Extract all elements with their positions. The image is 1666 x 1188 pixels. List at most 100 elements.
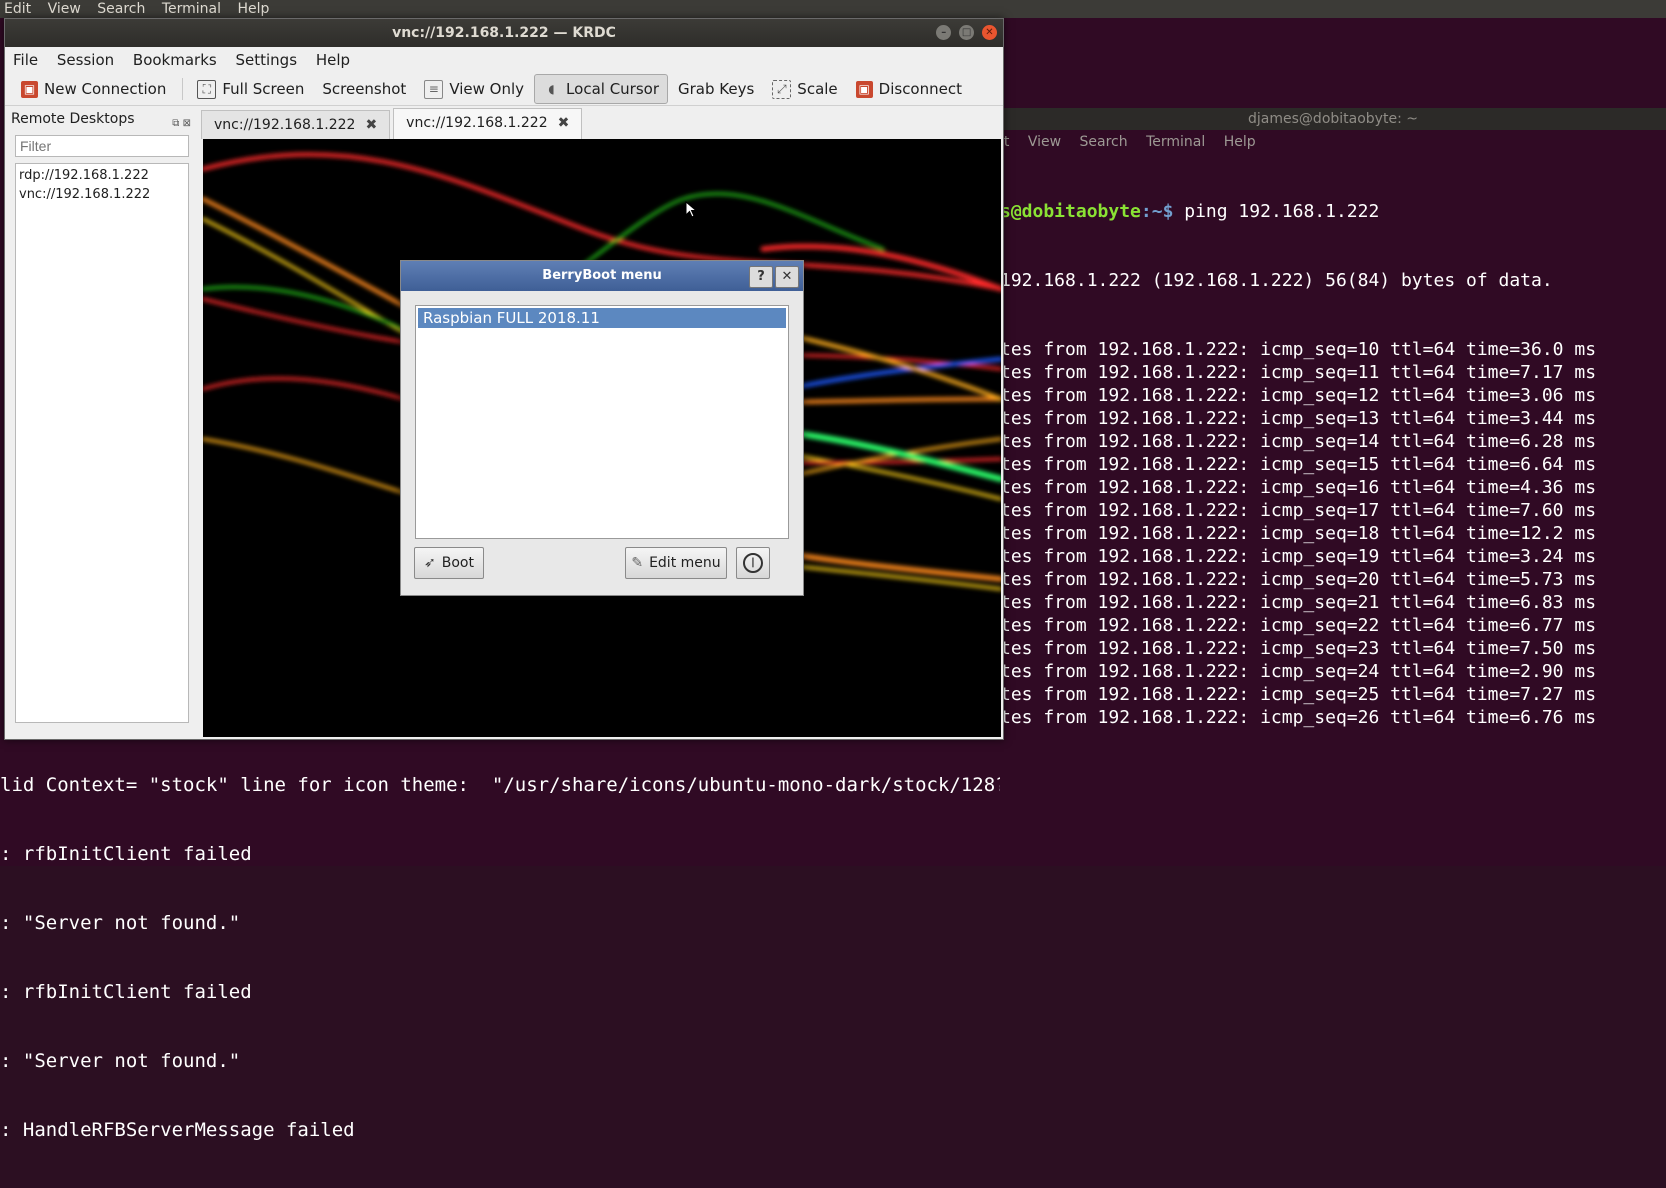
grab-keys-button[interactable]: Grab Keys [670, 75, 762, 103]
krdc-titlebar[interactable]: vnc://192.168.1.222 — KRDC – □ ✕ [5, 19, 1003, 47]
ping-reply-line: tes from 192.168.1.222: icmp_seq=15 ttl=… [1000, 454, 1597, 475]
ping-header: 192.168.1.222 (192.168.1.222) 56(84) byt… [1000, 270, 1553, 291]
menu-help[interactable]: Help [237, 0, 269, 18]
ping-command: ping 192.168.1.222 [1173, 201, 1380, 222]
session-tabs: vnc://192.168.1.222 ✖ vnc://192.168.1.222… [201, 107, 585, 139]
menu-edit[interactable]: Edit [4, 0, 31, 18]
terminal-menu-search[interactable]: Search [1080, 134, 1128, 150]
ping-reply-line: tes from 192.168.1.222: icmp_seq=16 ttl=… [1000, 477, 1597, 498]
minimize-icon[interactable]: – [936, 25, 952, 40]
power-button[interactable]: | [736, 547, 770, 579]
menu-terminal[interactable]: Terminal [162, 0, 221, 18]
full-screen-label: Full Screen [222, 80, 305, 98]
krdc-menubar: File Session Bookmarks Settings Help [5, 47, 1003, 73]
menu-file[interactable]: File [13, 51, 38, 69]
close-tab-icon[interactable]: ✖ [365, 117, 377, 133]
terminal-menu-terminal[interactable]: Terminal [1146, 134, 1205, 150]
ping-reply-line: tes from 192.168.1.222: icmp_seq=24 ttl=… [1000, 661, 1597, 682]
ping-reply-line: tes from 192.168.1.222: icmp_seq=18 ttl=… [1000, 523, 1597, 544]
list-item-vnc[interactable]: vnc://192.168.1.222 [19, 185, 185, 204]
krdc-window[interactable]: vnc://192.168.1.222 — KRDC – □ ✕ File Se… [4, 18, 1004, 740]
wrench-icon: ✎ [631, 555, 644, 571]
berryboot-dialog[interactable]: BerryBoot menu ? ✕ Raspbian FULL 2018.11… [400, 260, 804, 596]
view-only-button[interactable]: ≡ View Only [416, 75, 532, 103]
terminal-menu-help[interactable]: Help [1224, 134, 1256, 150]
ping-reply-line: tes from 192.168.1.222: icmp_seq=21 ttl=… [1000, 592, 1597, 613]
screenshot-button[interactable]: Screenshot [314, 75, 414, 103]
dialog-titlebar[interactable]: BerryBoot menu ? ✕ [401, 261, 803, 291]
ping-terminal-window[interactable]: djames@dobitaobyte: ~ it View Search Ter… [1000, 108, 1666, 866]
close-tab-icon[interactable]: ✖ [558, 115, 570, 131]
ping-reply-line: tes from 192.168.1.222: icmp_seq=14 ttl=… [1000, 431, 1597, 452]
scale-icon: ⤢ [772, 79, 792, 99]
ping-reply-line: tes from 192.168.1.222: icmp_seq=25 ttl=… [1000, 684, 1597, 705]
remote-desktop-list[interactable]: rdp://192.168.1.222 vnc://192.168.1.222 [15, 163, 189, 723]
scale-button[interactable]: ⤢ Scale [764, 75, 845, 103]
ping-reply-line: tes from 192.168.1.222: icmp_seq=23 ttl=… [1000, 638, 1597, 659]
mouse-icon: ◖ [548, 81, 555, 96]
dialog-close-button[interactable]: ✕ [775, 266, 799, 288]
window-title: vnc://192.168.1.222 — KRDC [392, 25, 616, 41]
view-only-icon: ≡ [424, 79, 444, 99]
ping-reply-line: tes from 192.168.1.222: icmp_seq=13 ttl=… [1000, 408, 1597, 429]
close-panel-icon[interactable]: ⊠ [183, 118, 191, 129]
tab-vnc-2[interactable]: vnc://192.168.1.222 ✖ [393, 108, 583, 139]
ping-reply-line: tes from 192.168.1.222: icmp_seq=26 ttl=… [1000, 707, 1597, 728]
power-icon: | [743, 553, 763, 573]
background-terminal-output: lid Context= "stock" line for icon theme… [0, 728, 1018, 1188]
remote-desktop-view[interactable]: BerryBoot menu ? ✕ Raspbian FULL 2018.11… [203, 139, 1001, 737]
new-connection-button[interactable]: ▣ New Connection [13, 75, 174, 103]
ping-reply-line: tes from 192.168.1.222: icmp_seq=17 ttl=… [1000, 500, 1597, 521]
list-item-rdp[interactable]: rdp://192.168.1.222 [19, 166, 185, 185]
new-connection-icon: ▣ [21, 80, 38, 98]
os-list-item[interactable]: Raspbian FULL 2018.11 [418, 308, 786, 328]
ping-reply-line: tes from 192.168.1.222: icmp_seq=20 ttl=… [1000, 569, 1597, 590]
dialog-title: BerryBoot menu [542, 268, 662, 283]
terminal-line: : rfbInitClient failed [0, 981, 252, 1003]
menu-session[interactable]: Session [57, 51, 114, 69]
maximize-icon[interactable]: □ [959, 25, 975, 40]
tab-vnc-1[interactable]: vnc://192.168.1.222 ✖ [201, 110, 391, 139]
local-cursor-button[interactable]: ◖ Local Cursor [534, 74, 668, 104]
float-panel-icon[interactable]: ⧉ [172, 118, 179, 129]
rocket-icon: ➶ [424, 555, 436, 571]
filter-input[interactable] [15, 135, 189, 157]
menu-help[interactable]: Help [316, 51, 350, 69]
terminal-line: : "Server not found." [0, 912, 241, 934]
screenshot-label: Screenshot [322, 80, 407, 98]
full-screen-icon: ⛶ [197, 79, 217, 99]
ping-replies: tes from 192.168.1.222: icmp_seq=10 ttl=… [1000, 338, 1666, 729]
menu-search[interactable]: Search [97, 0, 145, 18]
tab-label: vnc://192.168.1.222 [214, 117, 356, 133]
prompt-line: s@dobitaobyte:~$ ping 192.168.1.222 [1000, 200, 1666, 223]
boot-button[interactable]: ➶ Boot [414, 547, 484, 579]
disconnect-button[interactable]: ▣ Disconnect [848, 75, 970, 103]
disconnect-icon: ▣ [855, 80, 873, 98]
ping-reply-line: tes from 192.168.1.222: icmp_seq=22 ttl=… [1000, 615, 1597, 636]
edit-menu-button[interactable]: ✎ Edit menu [625, 547, 727, 579]
disconnect-label: Disconnect [878, 80, 962, 98]
ping-output: s@dobitaobyte:~$ ping 192.168.1.222 192.… [1000, 154, 1666, 775]
grab-keys-label: Grab Keys [678, 80, 755, 98]
close-icon[interactable]: ✕ [982, 25, 997, 40]
os-list[interactable]: Raspbian FULL 2018.11 [415, 305, 789, 539]
scale-label: Scale [797, 80, 838, 98]
tab-label: vnc://192.168.1.222 [406, 115, 548, 131]
toolbar-separator [182, 78, 184, 100]
help-button[interactable]: ? [749, 266, 773, 288]
edit-menu-label: Edit menu [649, 555, 721, 571]
local-cursor-label: Local Cursor [566, 80, 659, 98]
terminal-line: : HandleRFBServerMessage failed [0, 1119, 355, 1141]
menu-bookmarks[interactable]: Bookmarks [133, 51, 217, 69]
ping-reply-line: tes from 192.168.1.222: icmp_seq=11 ttl=… [1000, 362, 1597, 383]
full-screen-button[interactable]: ⛶ Full Screen [189, 75, 312, 103]
terminal-menubar: it View Search Terminal Help [1000, 130, 1666, 154]
ping-reply-line: tes from 192.168.1.222: icmp_seq=19 ttl=… [1000, 546, 1597, 567]
global-menubar: Edit View Search Terminal Help [0, 0, 1666, 18]
mouse-pointer-icon [685, 201, 698, 218]
menu-settings[interactable]: Settings [236, 51, 298, 69]
terminal-menu-view[interactable]: View [1028, 134, 1061, 150]
prompt-user: s@dobitaobyte [1000, 201, 1141, 222]
prompt-dir: :~$ [1140, 201, 1174, 222]
menu-view[interactable]: View [48, 0, 81, 18]
